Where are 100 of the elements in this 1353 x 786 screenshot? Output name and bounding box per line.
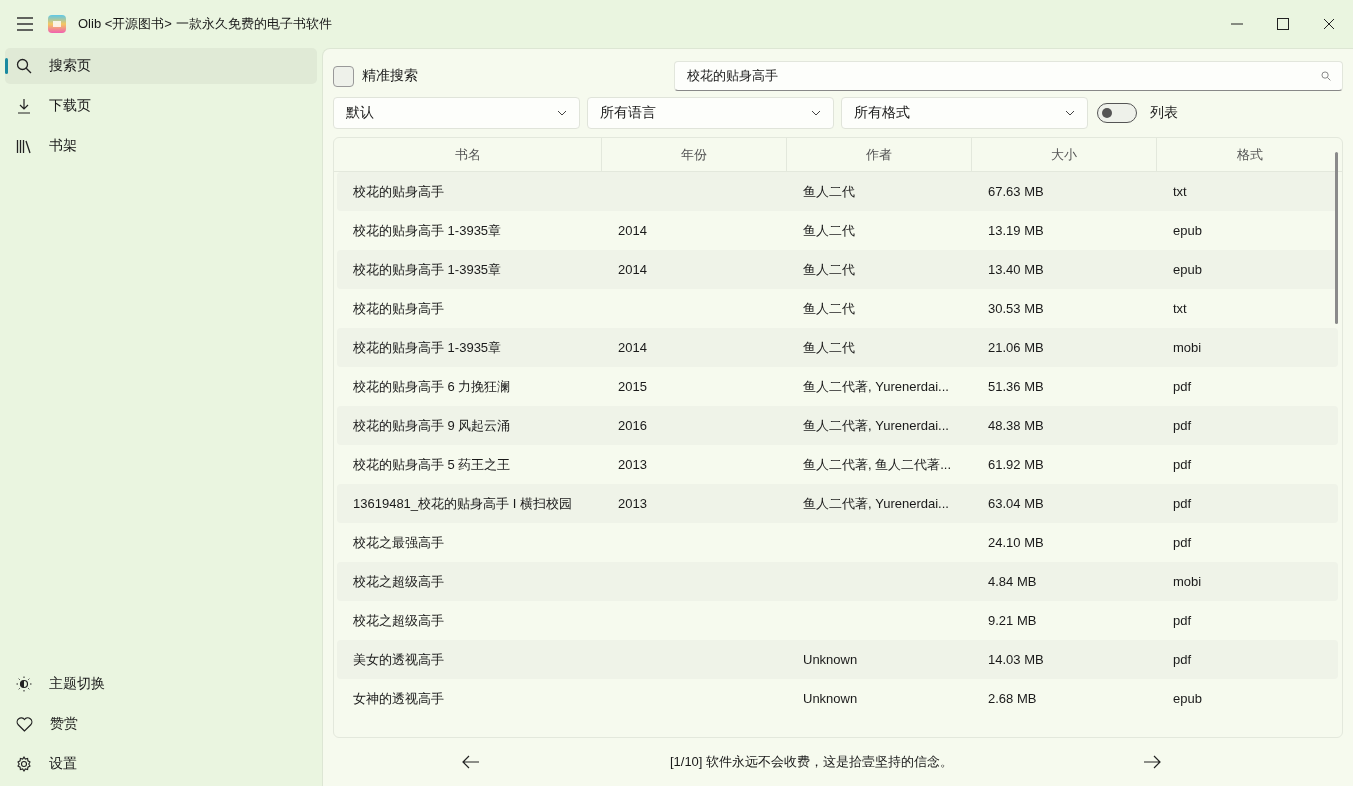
table-row[interactable]: 校花之最强高手 24.10 MB pdf (337, 523, 1338, 562)
table-cell: 校花之超级高手 (353, 612, 444, 628)
nav-item[interactable]: 赞赏 (5, 706, 317, 742)
table-cell: mobi (1173, 574, 1202, 589)
table-cell: pdf (1173, 652, 1192, 667)
table-row[interactable]: 校花之超级高手 9.21 MB pdf (337, 601, 1338, 640)
table-row[interactable]: 校花的贴身高手 1-3935章 2014 鱼人二代 21.06 MB mobi (337, 328, 1338, 367)
table-cell: pdf (1173, 496, 1192, 511)
column-header[interactable]: 格式 (1157, 138, 1342, 171)
scrollbar[interactable] (1335, 152, 1338, 324)
table-cell: 13619481_校花的贴身高手 I 横扫校园 (353, 495, 572, 511)
table-cell: 校花的贴身高手 6 力挽狂澜 (353, 378, 511, 394)
table-cell: 30.53 MB (988, 301, 1044, 316)
table-cell: 13.40 MB (988, 262, 1044, 277)
table-cell: txt (1173, 184, 1187, 199)
table-cell: 24.10 MB (988, 535, 1044, 550)
table-cell: 51.36 MB (988, 379, 1044, 394)
table-cell: 校花的贴身高手 5 药王之王 (353, 456, 511, 472)
exact-search-checkbox[interactable] (333, 65, 354, 87)
table-cell: 鱼人二代著, 鱼人二代著... (803, 456, 952, 472)
table-cell: 2013 (618, 457, 647, 472)
table-cell: 校花的贴身高手 1-3935章 (353, 261, 502, 277)
table-cell: pdf (1173, 613, 1192, 628)
table-row[interactable]: 校花的贴身高手 1-3935章 2014 鱼人二代 13.40 MB epub (337, 250, 1338, 289)
table-cell: 13.19 MB (988, 223, 1044, 238)
brightness-icon (16, 676, 32, 692)
table-cell: 9.21 MB (988, 613, 1037, 628)
table-cell: mobi (1173, 340, 1202, 355)
table-cell: 21.06 MB (988, 340, 1044, 355)
table-row[interactable]: 校花的贴身高手 鱼人二代 67.63 MB txt (337, 172, 1338, 211)
table-cell: 校花之最强高手 (353, 534, 444, 550)
books-icon (16, 138, 32, 154)
table-cell: 鱼人二代 (803, 183, 855, 199)
column-header[interactable]: 年份 (602, 138, 787, 171)
table-row[interactable]: 校花的贴身高手 1-3935章 2014 鱼人二代 13.19 MB epub (337, 211, 1338, 250)
table-cell: 美女的透视高手 (353, 651, 444, 667)
table-cell: 校花之超级高手 (353, 573, 444, 589)
table-cell: 2014 (618, 340, 647, 355)
app-logo-icon (48, 15, 66, 33)
table-cell: epub (1173, 262, 1202, 277)
toggle-label: 列表 (1150, 104, 1178, 122)
chevron-down-icon (811, 110, 821, 116)
table-cell: 校花的贴身高手 1-3935章 (353, 339, 502, 355)
table-cell: 2.68 MB (988, 691, 1037, 706)
table-cell: 校花的贴身高手 (353, 300, 444, 316)
table-cell: 63.04 MB (988, 496, 1044, 511)
table-row[interactable]: 校花的贴身高手 鱼人二代 30.53 MB txt (337, 289, 1338, 328)
table-cell: 鱼人二代 (803, 339, 855, 355)
arrow-right-icon[interactable] (1143, 755, 1161, 769)
window-title: Olib <开源图书> 一款永久免费的电子书软件 (78, 15, 332, 33)
table-cell: pdf (1173, 535, 1192, 550)
search-field[interactable]: 校花的贴身高手 (674, 61, 1343, 91)
table-row[interactable]: 美女的透视高手 Unknown 14.03 MB pdf (337, 640, 1338, 679)
table-cell: epub (1173, 691, 1202, 706)
table-cell: epub (1173, 223, 1202, 238)
download-icon (16, 98, 32, 114)
toggle-switch[interactable] (1097, 103, 1137, 123)
table-cell: Unknown (803, 691, 858, 706)
column-header[interactable]: 书名 (334, 138, 602, 171)
table-cell: 67.63 MB (988, 184, 1044, 199)
footer-text: [1/10] 软件永远不会收费，这是拾壹坚持的信念。 (669, 753, 954, 771)
nav-item[interactable]: 设置 (5, 746, 317, 782)
search-icon[interactable] (1321, 71, 1331, 81)
table-row[interactable]: 校花的贴身高手 9 风起云涌 2016 鱼人二代著, Yurenerdai... 48.38 MB pdf (337, 406, 1338, 445)
table-row[interactable]: 女神的透视高手 Unknown 2.68 MB epub (337, 679, 1338, 718)
settings-icon (16, 756, 32, 772)
table-cell: 校花的贴身高手 9 风起云涌 (353, 417, 511, 433)
column-header[interactable]: 作者 (787, 138, 972, 171)
close-icon[interactable] (1323, 18, 1335, 30)
nav-item[interactable]: 书架 (5, 128, 317, 164)
search-icon (16, 58, 32, 74)
table-cell: 2016 (618, 418, 647, 433)
dropdown[interactable]: 所有语言 (587, 97, 834, 129)
table-cell: 14.03 MB (988, 652, 1044, 667)
table-row[interactable]: 校花的贴身高手 5 药王之王 2013 鱼人二代著, 鱼人二代著... 61.92 MB pdf (337, 445, 1338, 484)
table-row[interactable]: 13619481_校花的贴身高手 I 横扫校园 2013 鱼人二代著, Yurenerdai... 63.04 MB pdf (337, 484, 1338, 523)
dropdown[interactable]: 默认 (333, 97, 580, 129)
table-cell: 鱼人二代 (803, 261, 855, 277)
nav-item[interactable]: 主题切换 (5, 666, 317, 702)
table-cell: 2014 (618, 262, 647, 277)
table-cell: 48.38 MB (988, 418, 1044, 433)
checkbox-label: 精准搜索 (362, 67, 418, 85)
table-cell: 2014 (618, 223, 647, 238)
heart-icon (16, 716, 33, 732)
nav-item[interactable]: 搜索页 (5, 48, 317, 84)
menu-icon[interactable] (16, 17, 34, 31)
arrow-left-icon[interactable] (462, 755, 480, 769)
chevron-down-icon (557, 110, 567, 116)
table-cell: 鱼人二代著, Yurenerdai... (803, 417, 949, 433)
table-cell: 校花的贴身高手 (353, 183, 444, 199)
table-row[interactable]: 校花之超级高手 4.84 MB mobi (337, 562, 1338, 601)
table-cell: pdf (1173, 457, 1192, 472)
table-cell: pdf (1173, 379, 1192, 394)
dropdown[interactable]: 所有格式 (841, 97, 1088, 129)
column-header[interactable]: 大小 (972, 138, 1157, 171)
table-cell: 2015 (618, 379, 647, 394)
table-cell: 鱼人二代著, Yurenerdai... (803, 495, 949, 511)
maximize-icon[interactable] (1277, 18, 1289, 30)
nav-item[interactable]: 下载页 (5, 88, 317, 124)
table-row[interactable]: 校花的贴身高手 6 力挽狂澜 2015 鱼人二代著, Yurenerdai... 51.36 MB pdf (337, 367, 1338, 406)
